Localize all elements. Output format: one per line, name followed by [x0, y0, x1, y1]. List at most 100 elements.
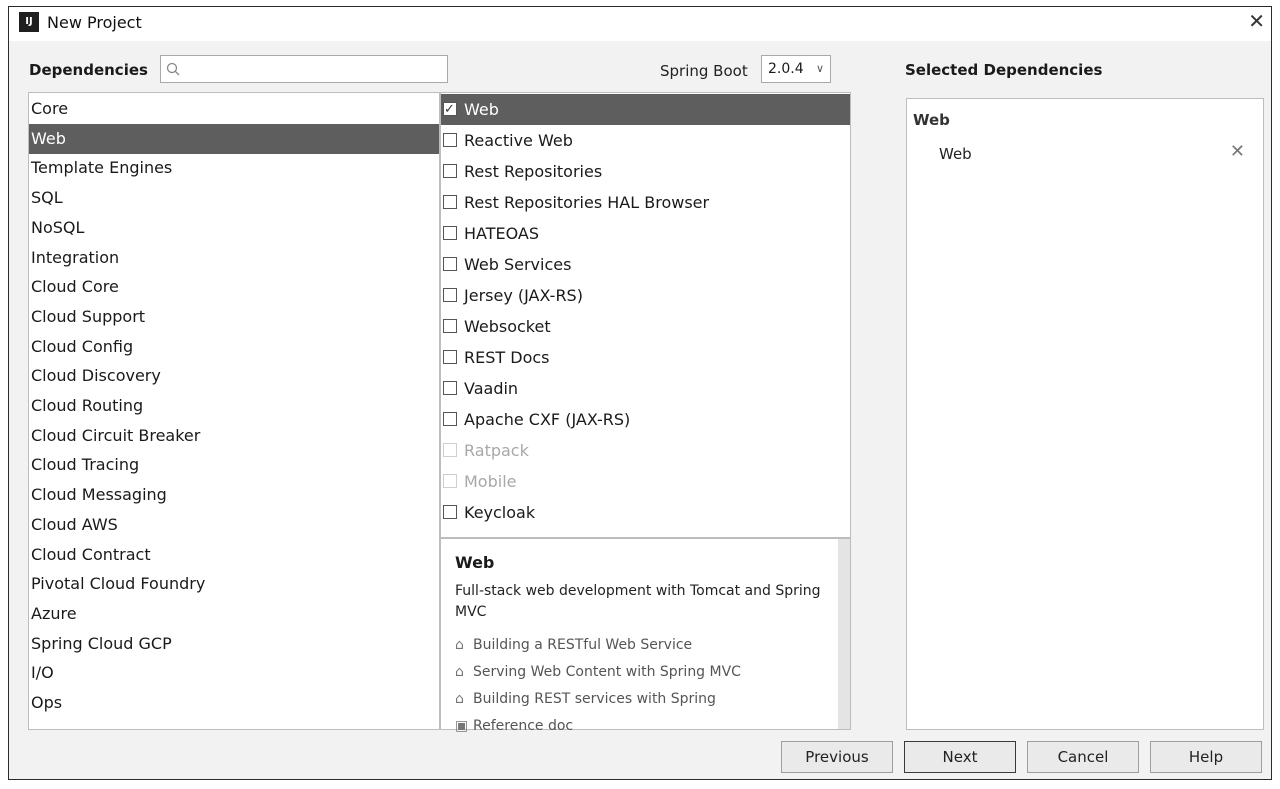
- dependency-item[interactable]: Web Services: [441, 249, 850, 280]
- previous-button[interactable]: Previous: [781, 741, 893, 773]
- spring-boot-label: Spring Boot: [660, 62, 748, 80]
- description-title: Web: [455, 553, 495, 572]
- guide-link[interactable]: ⌂ Building REST services with Spring: [455, 688, 716, 710]
- selected-dependencies-label: Selected Dependencies: [905, 61, 1103, 79]
- selected-dependencies-panel: Web Web ✕: [906, 98, 1264, 730]
- dependency-description-panel: Web Full-stack web development with Tomc…: [440, 538, 851, 734]
- dependencies-label: Dependencies: [29, 61, 148, 79]
- category-item[interactable]: Cloud Support: [29, 302, 439, 332]
- dependency-item[interactable]: Rest Repositories: [441, 156, 850, 187]
- dependency-label: Websocket: [464, 317, 551, 336]
- dependency-item[interactable]: Keycloak: [441, 497, 850, 528]
- dependency-item: Ratpack: [441, 435, 850, 466]
- dependency-checkbox[interactable]: [443, 505, 457, 519]
- category-item[interactable]: Ops: [29, 688, 439, 718]
- category-item[interactable]: Cloud Tracing: [29, 450, 439, 480]
- category-item[interactable]: Azure: [29, 599, 439, 629]
- guide-link-label: Serving Web Content with Spring MVC: [473, 664, 741, 680]
- guide-link[interactable]: ⌂ Building a RESTful Web Service: [455, 634, 692, 656]
- selected-dependency-item: Web: [939, 145, 972, 163]
- dependency-label: Apache CXF (JAX-RS): [464, 410, 631, 429]
- dependency-item[interactable]: HATEOAS: [441, 218, 850, 249]
- guide-link-label: Building a RESTful Web Service: [473, 637, 693, 653]
- dependency-label: Vaadin: [464, 379, 519, 398]
- category-item[interactable]: Integration: [29, 243, 439, 273]
- dependency-label: Reactive Web: [464, 131, 573, 150]
- remove-dependency-icon[interactable]: ✕: [1230, 141, 1245, 162]
- dependency-label: HATEOAS: [464, 224, 540, 243]
- category-item[interactable]: Cloud Contract: [29, 540, 439, 570]
- dependency-item[interactable]: Vaadin: [441, 373, 850, 404]
- next-button[interactable]: Next: [904, 741, 1016, 773]
- category-item[interactable]: Core: [29, 94, 439, 124]
- guide-link-label: Building REST services with Spring: [473, 691, 716, 707]
- dependency-checkbox[interactable]: [443, 164, 457, 178]
- home-icon: ⌂: [455, 664, 464, 680]
- category-item[interactable]: Cloud Discovery: [29, 361, 439, 391]
- category-item[interactable]: Cloud Circuit Breaker: [29, 421, 439, 451]
- dependency-label: Mobile: [464, 472, 517, 491]
- window-title: New Project: [47, 13, 142, 32]
- category-list: Core Web Template Engines SQL NoSQL Integrati…: [28, 92, 440, 730]
- category-item[interactable]: Spring Cloud GCP: [29, 629, 439, 659]
- dependency-checkbox: [443, 443, 457, 457]
- description-scrollbar[interactable]: [838, 539, 850, 729]
- close-icon[interactable]: ✕: [1248, 9, 1265, 33]
- dependency-checkbox[interactable]: [443, 381, 457, 395]
- category-item[interactable]: SQL: [29, 183, 439, 213]
- search-icon: [166, 62, 180, 76]
- dependency-checkbox[interactable]: [443, 226, 457, 240]
- dependency-checkbox[interactable]: [443, 350, 457, 364]
- category-item[interactable]: Cloud Core: [29, 272, 439, 302]
- dependency-label: REST Docs: [464, 348, 550, 367]
- dependency-checkbox: [443, 474, 457, 488]
- home-icon: ⌂: [455, 691, 464, 707]
- new-project-dialog: IJ New Project ✕ Dependencies Spring Boo…: [8, 6, 1272, 780]
- chevron-down-icon: ∨: [815, 62, 824, 75]
- category-item[interactable]: NoSQL: [29, 213, 439, 243]
- intellij-app-icon: IJ: [19, 12, 39, 32]
- selected-group-label: Web: [913, 111, 950, 129]
- category-item[interactable]: I/O: [29, 658, 439, 688]
- dependency-checkbox[interactable]: [443, 133, 457, 147]
- dependency-checkbox[interactable]: [443, 412, 457, 426]
- category-item[interactable]: Cloud AWS: [29, 510, 439, 540]
- reference-doc-icon: ▣: [455, 718, 469, 734]
- help-button[interactable]: Help: [1150, 741, 1262, 773]
- dependency-item[interactable]: Web: [441, 94, 850, 125]
- cancel-button[interactable]: Cancel: [1027, 741, 1139, 773]
- dependency-label: Jersey (JAX-RS): [464, 286, 583, 305]
- dependency-item[interactable]: REST Docs: [441, 342, 850, 373]
- category-item[interactable]: Web: [29, 123, 439, 154]
- dependency-item[interactable]: Rest Repositories HAL Browser: [441, 187, 850, 218]
- dependency-label: Ratpack: [464, 441, 529, 460]
- dependency-item[interactable]: Reactive Web: [441, 125, 850, 156]
- home-icon: ⌂: [455, 637, 464, 653]
- guide-link-label: Reference doc: [473, 718, 574, 734]
- guide-link[interactable]: ⌂ Serving Web Content with Spring MVC: [455, 661, 741, 683]
- dependency-checkbox[interactable]: [443, 195, 457, 209]
- guide-link[interactable]: ▣ Reference doc: [455, 715, 573, 737]
- search-field[interactable]: [160, 55, 448, 83]
- dependency-item[interactable]: Jersey (JAX-RS): [441, 280, 850, 311]
- search-input[interactable]: [185, 58, 447, 82]
- dependency-item[interactable]: Websocket: [441, 311, 850, 342]
- dependency-checkbox[interactable]: [443, 319, 457, 333]
- dependency-checkbox[interactable]: [443, 288, 457, 302]
- category-item[interactable]: Cloud Config: [29, 332, 439, 362]
- dependency-item[interactable]: Apache CXF (JAX-RS): [441, 404, 850, 435]
- dependency-label: Web Services: [464, 255, 572, 274]
- category-item[interactable]: Cloud Messaging: [29, 480, 439, 510]
- dependency-checkbox[interactable]: [443, 257, 457, 271]
- category-item[interactable]: Pivotal Cloud Foundry: [29, 569, 439, 599]
- dependency-label: Rest Repositories: [464, 162, 603, 181]
- spring-boot-version-select[interactable]: 2.0.4 ∨: [761, 55, 831, 83]
- category-item[interactable]: Cloud Routing: [29, 391, 439, 421]
- spring-boot-version-value: 2.0.4: [768, 61, 804, 77]
- dependency-checkbox[interactable]: [443, 94, 457, 125]
- category-item[interactable]: Template Engines: [29, 153, 439, 183]
- description-text: Full-stack web development with Tomcat a…: [455, 583, 821, 620]
- dependency-item: Mobile: [441, 466, 850, 497]
- dependency-label: Web: [464, 100, 499, 119]
- title-bar: IJ New Project ✕: [9, 7, 1271, 41]
